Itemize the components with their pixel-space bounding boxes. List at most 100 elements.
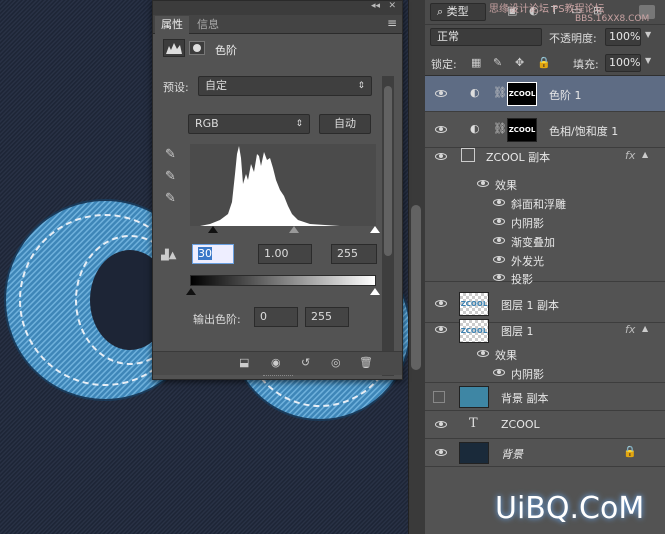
visibility-eye-icon[interactable] (493, 256, 505, 263)
output-black-handle[interactable] (186, 288, 196, 295)
effect-bevel-emboss[interactable]: 斜面和浮雕 (425, 194, 665, 213)
eyedropper-white-icon[interactable]: ✎ (165, 191, 176, 206)
fx-icon[interactable]: fx (625, 149, 635, 162)
opacity-field[interactable]: 100% (605, 28, 641, 46)
channel-value: RGB (195, 117, 219, 130)
visibility-icon[interactable]: ◎ (331, 356, 341, 369)
visibility-eye-icon[interactable] (493, 369, 505, 376)
channel-select[interactable]: RGB ⇕ (188, 114, 310, 134)
blend-mode-select[interactable]: 正常 (430, 28, 542, 46)
input-white-field[interactable]: 255 (331, 244, 377, 264)
layer-zcool-text[interactable]: T ZCOOL (425, 411, 665, 439)
effect-gradient-overlay[interactable]: 渐变叠加 (425, 232, 665, 251)
output-black-field[interactable]: 0 (254, 307, 298, 327)
visibility-eye-icon[interactable] (435, 126, 447, 133)
input-gamma-field[interactable]: 1.00 (258, 244, 312, 264)
preset-label: 预设: (163, 81, 189, 94)
clip-to-layer-icon[interactable]: ⬓ (239, 356, 249, 369)
search-icon: ⌕ (437, 5, 447, 18)
visibility-eye-icon[interactable] (435, 421, 447, 428)
canvas-scrollbar-thumb[interactable] (411, 205, 421, 370)
mask-thumbnail[interactable]: ZCOOL (507, 82, 537, 106)
visibility-eye-icon[interactable] (493, 218, 505, 225)
updown-icon: ⇕ (295, 119, 303, 129)
layer-thumbnail[interactable] (459, 386, 489, 408)
mask-icon[interactable] (189, 41, 205, 55)
output-white-field[interactable]: 255 (305, 307, 349, 327)
resize-grip[interactable] (263, 375, 293, 379)
panel-titlebar[interactable]: ◂◂ ✕ (153, 1, 402, 15)
view-previous-icon[interactable]: ◉ (271, 356, 281, 369)
reset-icon[interactable]: ↺ (301, 356, 310, 369)
layer-name: 背景 副本 (501, 392, 549, 405)
visibility-eye-icon[interactable] (435, 326, 447, 333)
layer-thumbnail[interactable]: ZCOOL (459, 319, 489, 343)
white-point-handle[interactable] (370, 226, 380, 233)
visibility-eye-icon[interactable] (493, 237, 505, 244)
effect-drop-shadow[interactable]: 投影 (425, 269, 665, 288)
opacity-label: 不透明度: (549, 32, 597, 45)
input-slider[interactable] (190, 226, 380, 234)
collapse-arrow-icon[interactable]: ▲ (642, 150, 648, 159)
panel-scroll-thumb[interactable] (384, 86, 392, 256)
output-slider[interactable] (186, 288, 380, 296)
lock-position-icon[interactable]: ✥ (515, 56, 524, 69)
layer-levels-1[interactable]: ◐ ⛓ ZCOOL 色阶 1 (425, 76, 665, 112)
chevron-down-icon[interactable]: ▼ (645, 56, 651, 65)
lock-pixels-icon[interactable]: ✎ (493, 56, 502, 69)
eyedropper-gray-icon[interactable]: ✎ (165, 169, 176, 184)
watermark-logo: UiBQ.CoM (495, 491, 645, 526)
auto-button[interactable]: 自动 (319, 114, 371, 134)
mask-thumbnail[interactable]: ZCOOL (507, 118, 537, 142)
effect-outer-glow[interactable]: 外发光 (425, 251, 665, 270)
visibility-off-box[interactable] (433, 391, 445, 403)
layer-zcool-copy[interactable]: ZCOOL 副本 fx ▲ 效果 斜面和浮雕 内阴影 渐变叠加 外发光 投影 (425, 148, 665, 286)
effect-inner-shadow[interactable]: 内阴影 (425, 213, 665, 232)
eyedropper-black-icon[interactable]: ✎ (165, 147, 176, 162)
effects-group: 效果 (425, 345, 665, 364)
watermark-url: BBS.16XX8.COM (575, 14, 650, 24)
levels-adjust-icon[interactable] (163, 39, 185, 57)
visibility-eye-icon[interactable] (493, 199, 505, 206)
input-black-field[interactable]: 30 (192, 244, 234, 264)
black-point-handle[interactable] (208, 226, 218, 233)
visibility-eye-icon[interactable] (435, 90, 447, 97)
tab-info[interactable]: 信息 (191, 16, 225, 34)
collapse-icon[interactable]: ◂◂ (371, 1, 380, 11)
updown-icon: ⇕ (357, 81, 365, 91)
layer-thumbnail[interactable] (459, 442, 489, 464)
visibility-eye-icon[interactable] (435, 449, 447, 456)
effect-inner-shadow[interactable]: 内阴影 (425, 364, 665, 383)
collapse-arrow-icon[interactable]: ▲ (642, 324, 648, 333)
layer-thumbnail[interactable]: ZCOOL (459, 292, 489, 316)
filter-kind-select[interactable]: ⌕ 类型 (430, 3, 486, 21)
preset-select[interactable]: 自定 ⇕ (198, 76, 372, 96)
output-white-handle[interactable] (370, 288, 380, 295)
blend-row: 正常 不透明度: 100% ▼ (425, 25, 665, 49)
fx-icon[interactable]: fx (625, 323, 635, 336)
layer-background-copy[interactable]: 背景 副本 (425, 383, 665, 411)
effect-name: 外发光 (511, 255, 544, 268)
visibility-eye-icon[interactable] (477, 180, 489, 187)
panel-menu-icon[interactable]: ≡ (387, 16, 397, 30)
link-icon[interactable]: ⛓ (493, 122, 507, 135)
visibility-eye-icon[interactable] (435, 153, 447, 160)
layer-1[interactable]: ZCOOL 图层 1 fx ▲ 效果 内阴影 (425, 318, 665, 383)
lock-all-icon[interactable]: 🔒 (537, 56, 551, 69)
close-icon[interactable]: ✕ (388, 1, 396, 11)
link-icon[interactable]: ⛓ (493, 86, 507, 99)
chevron-down-icon[interactable]: ▼ (645, 30, 651, 39)
lock-row: 锁定: ▦ ✎ ✥ 🔒 填充: 100% ▼ (425, 49, 665, 76)
fill-field[interactable]: 100% (605, 54, 641, 72)
adjustment-layer-icon: ◐ (470, 86, 480, 99)
layer-hue-saturation-1[interactable]: ◐ ⛓ ZCOOL 色相/饱和度 1 (425, 112, 665, 148)
visibility-eye-icon[interactable] (477, 350, 489, 357)
visibility-eye-icon[interactable] (493, 274, 505, 281)
layer-background[interactable]: 背景 🔒 (425, 439, 665, 467)
lock-transparent-icon[interactable]: ▦ (471, 56, 481, 69)
gamma-handle[interactable] (289, 226, 299, 233)
tab-properties[interactable]: 属性 (155, 16, 189, 34)
visibility-eye-icon[interactable] (435, 300, 447, 307)
clipping-warning-icon[interactable]: ▟▲ (161, 250, 176, 261)
delete-icon[interactable]: 🗑 (359, 356, 373, 369)
